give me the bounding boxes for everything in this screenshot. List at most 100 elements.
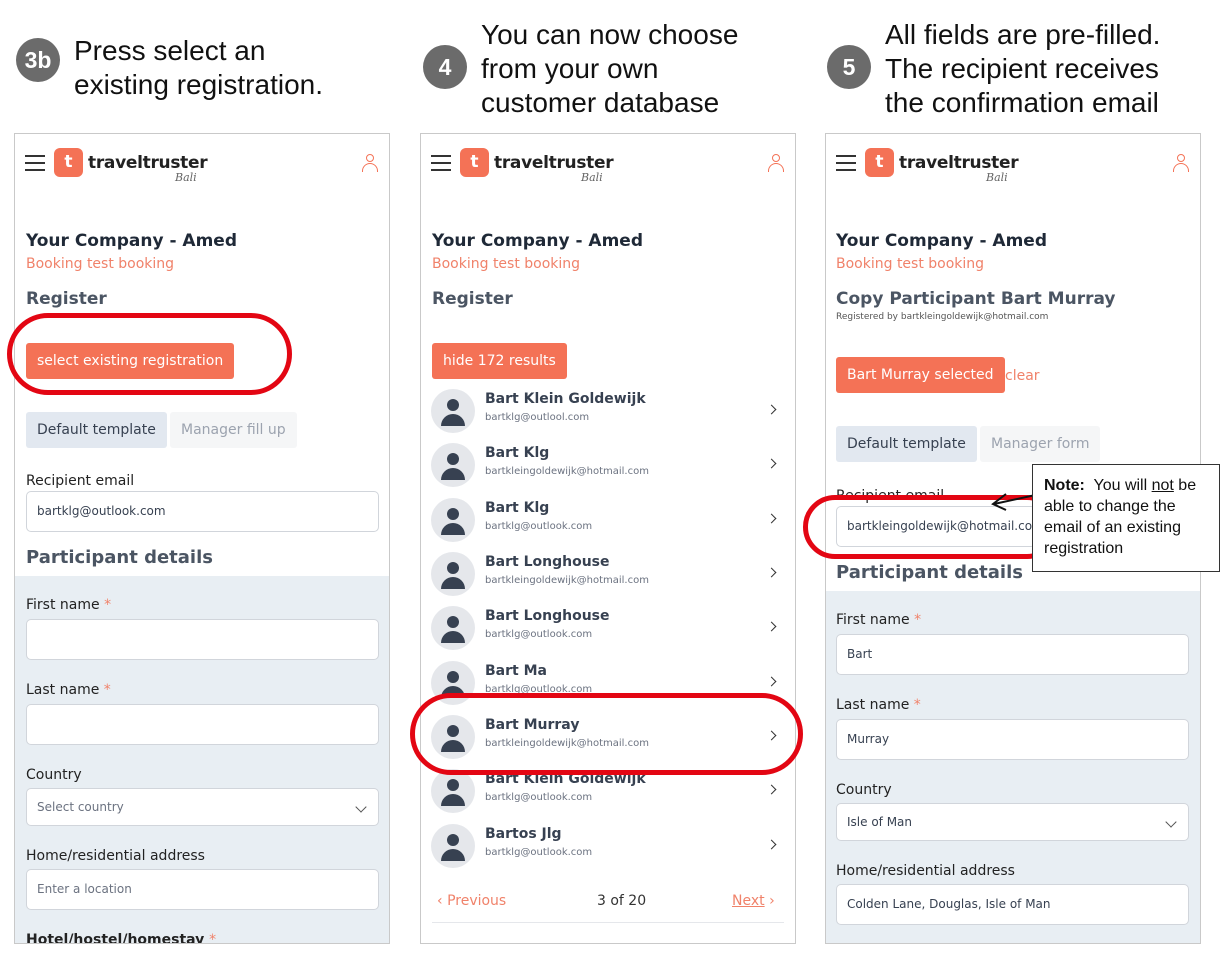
result-name: Bart Longhouse [485,608,610,624]
step-badge: 5 [827,45,871,89]
chevron-right-icon [766,676,777,687]
menu-icon[interactable] [25,155,45,171]
last-name-field[interactable] [26,704,379,745]
result-item[interactable]: Bart Longhouse bartkleingoldewijk@hotmail… [431,547,785,601]
result-email: bartklg@outlook.com [485,792,593,803]
chevron-right-icon [766,839,777,850]
recipient-email-field[interactable]: bartklg@outlook.com [26,491,379,532]
selected-participant-button[interactable]: Bart Murray selected [836,357,1005,393]
next-page-link[interactable]: Next › [732,893,775,909]
default-template-button[interactable]: Default template [26,412,167,448]
result-email: bartklg@outlook.com [485,629,593,640]
address-label: Home/residential address [26,848,205,864]
user-icon[interactable] [361,154,379,172]
step-text: All fields are pre-filled. The recipient… [885,19,1161,118]
result-item[interactable]: Bart Longhouse bartklg@outlook.com [431,601,785,655]
brand-name: traveltruster [899,153,1019,173]
first-name-field[interactable]: Bart [836,634,1189,675]
copy-participant-heading: Copy Participant Bart Murray [836,289,1116,309]
result-email: bartklg@outlook.com [485,521,593,532]
booking-name: Booking test booking [432,256,581,272]
brand-name: traveltruster [88,153,208,173]
result-name: Bart Klein Goldewijk [485,391,646,407]
chevron-right-icon: › [764,893,775,909]
user-icon[interactable] [1172,154,1190,172]
avatar-icon [431,606,475,650]
country-select[interactable]: Isle of Man [836,803,1189,841]
chevron-left-icon: ‹ [437,893,448,909]
brand-region: Bali [175,171,197,184]
result-email: bartklg@outlool.com [485,412,590,423]
hotel-label: Hotel/hostel/homestay * [26,932,217,944]
note-text: You will [1093,477,1152,494]
previous-page-link[interactable]: ‹ Previous [437,893,506,909]
brand-region: Bali [986,171,1008,184]
logo-icon: t [54,148,83,177]
country-select[interactable]: Select country [26,788,379,826]
registered-by-text: Registered by bartkleingoldewijk@hotmail… [836,312,1049,322]
default-template-button[interactable]: Default template [836,426,977,462]
booking-name: Booking test booking [26,256,175,272]
brand-region: Bali [581,171,603,184]
avatar-icon [431,552,475,596]
last-name-field[interactable]: Murray [836,719,1189,760]
result-item[interactable]: Bart Klein Goldewijk bartklg@outlool.com [431,384,785,438]
chevron-down-icon [355,801,367,813]
step-text: Press select an existing registration. [74,35,324,100]
register-heading: Register [26,289,107,309]
avatar-icon [431,498,475,542]
result-email: bartkleingoldewijk@hotmail.com [485,575,649,586]
manager-form-button[interactable]: Manager form [980,426,1101,462]
result-name: Bart Longhouse [485,554,610,570]
avatar-icon [431,443,475,487]
address-field[interactable]: Enter a location [26,869,379,910]
booking-name: Booking test booking [836,256,985,272]
result-item[interactable]: Bartos Jlg bartklg@outlook.com [431,819,785,873]
participant-details-heading: Participant details [836,562,1023,583]
participant-section: First name * Last name * Country Select … [15,576,389,943]
chevron-down-icon [1165,816,1177,828]
step-badge: 4 [423,45,467,89]
country-label: Country [26,767,82,783]
avatar-icon [431,769,475,813]
clear-link[interactable]: clear [1005,368,1040,384]
step-4: 4 You can now choose from your own custo… [423,18,738,120]
step-5: 5 All fields are pre-filled. The recipie… [827,18,1160,120]
chevron-right-icon [766,404,777,415]
brand-name: traveltruster [494,153,614,173]
menu-icon[interactable] [836,155,856,171]
note-callout: Note: You will not be able to change the… [1032,464,1220,572]
chevron-right-icon [766,458,777,469]
register-heading: Register [432,289,513,309]
result-name: Bart Ma [485,663,547,679]
result-item[interactable]: Bart Klg bartklg@outlook.com [431,493,785,547]
last-name-label: Last name * [836,697,921,713]
user-icon[interactable] [767,154,785,172]
logo-icon: t [865,148,894,177]
logo-icon: t [460,148,489,177]
phone-panel-select: t traveltruster Bali Your Company - Amed… [14,133,390,944]
company-name: Your Company - Amed [836,231,1047,251]
highlight-select-button [7,313,292,395]
recipient-email-label: Recipient email [26,473,135,489]
step-3b: 3b Press select an existing registration… [16,35,323,102]
manager-fill-up-button[interactable]: Manager fill up [170,412,297,448]
note-label: Note: [1044,477,1085,494]
avatar-icon [431,824,475,868]
participant-details-heading: Participant details [26,547,213,568]
hide-results-button[interactable]: hide 172 results [432,343,567,379]
result-email: bartkleingoldewijk@hotmail.com [485,466,649,477]
phone-panel-results: t traveltruster Bali Your Company - Amed… [420,133,796,944]
menu-icon[interactable] [431,155,451,171]
address-label: Home/residential address [836,863,1015,879]
step-badge: 3b [16,38,60,82]
country-label: Country [836,782,892,798]
address-field[interactable]: Colden Lane, Douglas, Isle of Man [836,884,1189,925]
result-name: Bart Klg [485,500,550,516]
chevron-right-icon [766,567,777,578]
result-item[interactable]: Bart Klg bartkleingoldewijk@hotmail.com [431,438,785,492]
participant-section: First name * Bart Last name * Murray Cou… [826,591,1200,943]
page-indicator: 3 of 20 [597,893,647,909]
first-name-field[interactable] [26,619,379,660]
note-emphasis: not [1151,477,1174,494]
